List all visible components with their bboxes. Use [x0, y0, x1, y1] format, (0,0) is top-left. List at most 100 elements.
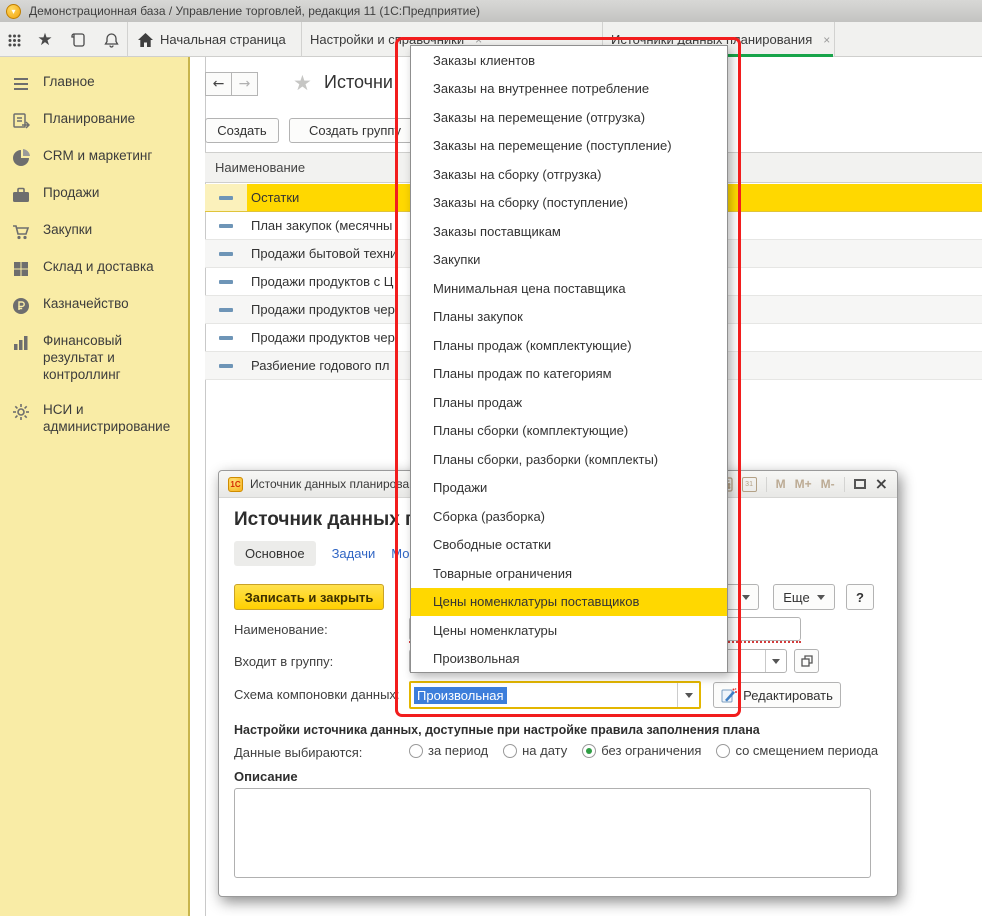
radio-na-datu[interactable]: на дату: [503, 743, 567, 758]
favorites-star-icon[interactable]: ★: [33, 29, 57, 51]
pie-chart-icon: [12, 149, 30, 167]
memory-subtract-button[interactable]: M-: [821, 477, 835, 491]
sidebar-label: Закупки: [43, 222, 92, 239]
radio-icon: [409, 744, 423, 758]
sidebar-item-admin[interactable]: НСИ и администрирование: [0, 393, 188, 445]
more-label: Еще: [783, 590, 809, 605]
radio-za-period[interactable]: за период: [409, 743, 488, 758]
page-title: Источни: [324, 72, 393, 93]
sidebar-item-purchases[interactable]: Закупки: [0, 213, 188, 250]
schema-combobox[interactable]: Произвольная: [409, 681, 701, 709]
hamburger-icon: [12, 75, 30, 93]
dropdown-item[interactable]: Планы продаж (комплектующие): [411, 331, 727, 360]
radio-label: со смещением периода: [735, 743, 878, 758]
list-item-icon: [219, 196, 233, 200]
radio-selected-icon: [582, 744, 596, 758]
cart-icon: [12, 223, 30, 241]
dropdown-item[interactable]: Сборка (разборка): [411, 502, 727, 531]
create-group-button[interactable]: Создать группу: [289, 118, 421, 143]
radio-icon: [716, 744, 730, 758]
back-button[interactable]: ←: [205, 72, 232, 96]
schema-value: Произвольная: [414, 687, 507, 704]
sidebar-label: Продажи: [43, 185, 99, 202]
schema-dropdown-icon[interactable]: [677, 683, 699, 707]
list-item-icon: [219, 336, 233, 340]
dropdown-item[interactable]: Заказы на сборку (отгрузка): [411, 160, 727, 189]
period-radio-group: за период на дату без ограничения со сме…: [409, 743, 878, 758]
sidebar-item-sales[interactable]: Продажи: [0, 176, 188, 213]
ruble-coin-icon: [12, 297, 30, 315]
dropdown-item[interactable]: Заказы на внутреннее потребление: [411, 75, 727, 104]
dropdown-item[interactable]: Цены номенклатуры: [411, 616, 727, 645]
description-textarea[interactable]: [234, 788, 871, 878]
dropdown-item[interactable]: Заказы клиентов: [411, 46, 727, 75]
tab-tasks[interactable]: Задачи: [332, 546, 376, 561]
tab-planning-close-icon[interactable]: ×: [823, 33, 830, 47]
tab-my[interactable]: Мо: [391, 546, 409, 561]
dropdown-item[interactable]: Закупки: [411, 246, 727, 275]
dropdown-item[interactable]: Планы сборки, разборки (комплекты): [411, 445, 727, 474]
sidebar-label: Главное: [43, 74, 95, 91]
group-open-button[interactable]: [794, 649, 819, 673]
name-label: Наименование:: [234, 622, 328, 637]
dropdown-item[interactable]: Планы закупок: [411, 303, 727, 332]
service-menu-icon[interactable]: [2, 29, 26, 51]
dropdown-item[interactable]: Свободные остатки: [411, 531, 727, 560]
dropdown-item[interactable]: Заказы поставщикам: [411, 217, 727, 246]
tab-home[interactable]: Начальная страница: [130, 22, 300, 57]
memory-recall-button[interactable]: M: [776, 477, 786, 491]
notifications-bell-icon[interactable]: [99, 29, 123, 51]
dropdown-item[interactable]: Товарные ограничения: [411, 559, 727, 588]
help-button[interactable]: ?: [846, 584, 874, 610]
gear-icon: [12, 403, 30, 421]
favorite-toggle-star-icon[interactable]: ★: [293, 71, 312, 95]
boxes-grid-icon: [12, 260, 30, 278]
maximize-icon[interactable]: [854, 479, 866, 489]
dropdown-item-highlighted[interactable]: Цены номенклатуры поставщиков: [411, 588, 727, 617]
history-icon[interactable]: [66, 29, 90, 51]
create-button[interactable]: Создать: [205, 118, 279, 143]
chevron-down-icon: [742, 595, 750, 600]
dropdown-item[interactable]: Планы продаж по категориям: [411, 360, 727, 389]
forward-button[interactable]: →: [231, 72, 258, 96]
sidebar-item-warehouse[interactable]: Склад и доставка: [0, 250, 188, 287]
dropdown-item[interactable]: Планы сборки (комплектующие): [411, 417, 727, 446]
app-menu-icon[interactable]: ▾: [6, 4, 21, 19]
description-label: Описание: [234, 769, 298, 784]
dropdown-item[interactable]: Заказы на перемещение (отгрузка): [411, 103, 727, 132]
more-button[interactable]: Еще: [773, 584, 835, 610]
open-form-icon: [801, 655, 813, 667]
onec-logo-icon: 1С: [228, 477, 243, 492]
sidebar-item-planning[interactable]: Планирование: [0, 102, 188, 139]
briefcase-icon: [12, 186, 30, 204]
sidebar-label: CRM и маркетинг: [43, 148, 152, 165]
radio-label: за период: [428, 743, 488, 758]
dropdown-item[interactable]: Заказы на сборку (поступление): [411, 189, 727, 218]
section-sidebar: Главное Планирование CRM и маркетинг Про…: [0, 57, 190, 916]
radio-so-smeshcheniem[interactable]: со смещением периода: [716, 743, 878, 758]
sidebar-item-main[interactable]: Главное: [0, 65, 188, 102]
sidebar-item-crm[interactable]: CRM и маркетинг: [0, 139, 188, 176]
group-label: Входит в группу:: [234, 654, 333, 669]
window-titlebar: ▾ Демонстрационная база / Управление тор…: [0, 0, 982, 22]
sidebar-item-treasury[interactable]: Казначейство: [0, 287, 188, 324]
data-source-type-dropdown: Заказы клиентов Заказы на внутреннее пот…: [410, 45, 728, 673]
save-and-close-button[interactable]: Записать и закрыть: [234, 584, 384, 610]
sidebar-item-finance[interactable]: Финансовый результат и контроллинг: [0, 324, 188, 393]
dropdown-item[interactable]: Заказы на перемещение (поступление): [411, 132, 727, 161]
dropdown-item[interactable]: Продажи: [411, 474, 727, 503]
dropdown-item[interactable]: Минимальная цена поставщика: [411, 274, 727, 303]
radio-bez-ogranicheniya[interactable]: без ограничения: [582, 743, 701, 758]
dropdown-item[interactable]: Произвольная: [411, 645, 727, 674]
list-item-icon: [219, 364, 233, 368]
memory-add-button[interactable]: M+: [795, 477, 812, 491]
tab-main[interactable]: Основное: [234, 541, 316, 566]
app-window: ▾ Демонстрационная база / Управление тор…: [0, 0, 982, 916]
group-dropdown-icon[interactable]: [765, 650, 786, 672]
calendar-icon[interactable]: 31: [742, 477, 757, 492]
dropdown-item[interactable]: Планы продаж: [411, 388, 727, 417]
sidebar-label: Склад и доставка: [43, 259, 154, 276]
close-icon[interactable]: ×: [875, 476, 888, 492]
edit-button[interactable]: Редактировать: [713, 682, 841, 708]
settings-header: Настройки источника данных, доступные пр…: [234, 723, 760, 737]
